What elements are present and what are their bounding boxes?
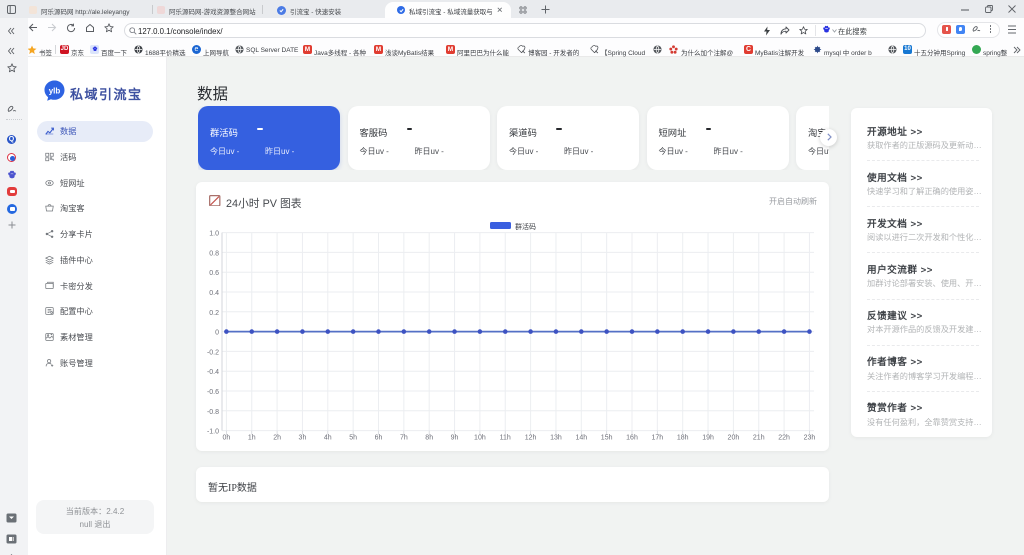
svg-text:群活码: 群活码 <box>515 222 536 231</box>
svg-text:6h: 6h <box>375 435 383 442</box>
svg-text:0.4: 0.4 <box>209 290 219 297</box>
svg-text:21h: 21h <box>753 435 765 442</box>
svg-text:9h: 9h <box>451 435 459 442</box>
svg-text:14h: 14h <box>575 435 587 442</box>
svg-text:8h: 8h <box>425 435 433 442</box>
svg-text:0.2: 0.2 <box>209 310 219 317</box>
svg-text:12h: 12h <box>525 435 537 442</box>
svg-text:7h: 7h <box>400 435 408 442</box>
svg-text:23h: 23h <box>804 435 816 442</box>
svg-text:-0.6: -0.6 <box>207 389 219 396</box>
svg-text:-0.4: -0.4 <box>207 369 219 376</box>
svg-text:-0.8: -0.8 <box>207 409 219 416</box>
svg-text:0.6: 0.6 <box>209 270 219 277</box>
svg-text:10h: 10h <box>474 435 486 442</box>
svg-text:19h: 19h <box>702 435 714 442</box>
svg-text:3h: 3h <box>299 435 307 442</box>
svg-text:13h: 13h <box>550 435 562 442</box>
svg-text:4h: 4h <box>324 435 332 442</box>
svg-text:0h: 0h <box>223 435 231 442</box>
svg-text:ylb: ylb <box>49 87 61 96</box>
svg-text:22h: 22h <box>778 435 790 442</box>
svg-text:16h: 16h <box>626 435 638 442</box>
svg-text:1h: 1h <box>248 435 256 442</box>
svg-text:-0.2: -0.2 <box>207 349 219 356</box>
svg-text:5h: 5h <box>349 435 357 442</box>
svg-text:0: 0 <box>215 330 219 337</box>
svg-text:17h: 17h <box>652 435 664 442</box>
svg-text:15h: 15h <box>601 435 613 442</box>
svg-text:0.8: 0.8 <box>209 250 219 257</box>
svg-text:-1.0: -1.0 <box>207 429 219 436</box>
svg-text:1.0: 1.0 <box>209 231 219 238</box>
svg-text:2h: 2h <box>273 435 281 442</box>
svg-text:11h: 11h <box>500 435 511 442</box>
svg-text:18h: 18h <box>677 435 689 442</box>
svg-text:20h: 20h <box>728 435 740 442</box>
